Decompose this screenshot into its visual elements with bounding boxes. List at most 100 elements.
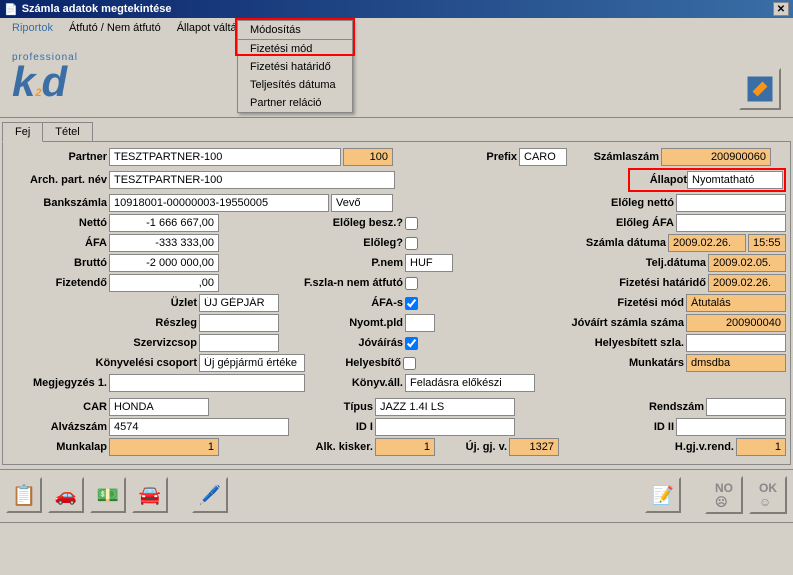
bank-type-field[interactable] [331,194,393,212]
megjegyzes1-field[interactable] [109,374,305,392]
fszla-nem-atfuto-check[interactable] [405,277,418,290]
uzlet-field[interactable] [199,294,279,312]
lbl-alvazszam: Alvázszám [7,421,107,433]
modositas-dropdown: Módosítás Fizetési mód Fizetési határidő… [237,20,353,113]
bankszamla-field[interactable] [109,194,329,212]
ok-button[interactable]: OK☺ [749,476,787,514]
menu-riportok[interactable]: Riportok [4,20,61,36]
eloleg-besz-check[interactable] [405,217,418,230]
arch-part-nev-field[interactable] [109,171,395,189]
id2-field[interactable] [676,418,786,436]
lbl-pnem: P.nem [293,257,403,269]
rendszam-field[interactable] [706,398,786,416]
konyvelesi-csoport-field[interactable] [199,354,305,372]
dropdown-fizetesi-hatarido[interactable]: Fizetési határidő [238,58,352,76]
dropdown-teljesites-datuma[interactable]: Teljesítés dátuma [238,76,352,94]
lbl-netto: Nettó [7,217,107,229]
fizetendo-field[interactable] [109,274,219,292]
tipus-field[interactable] [375,398,515,416]
pen-icon: 🖊️ [199,485,221,506]
money-button[interactable]: 💵 [90,477,126,513]
munkalap-field[interactable] [109,438,219,456]
alk-kisker-field[interactable] [375,438,435,456]
no-button[interactable]: NO☹ [705,476,743,514]
helyesbitett-szla-field[interactable] [686,334,786,352]
lbl-jovairas: Jóváírás [323,337,403,349]
szamla-datuma-field[interactable] [668,234,746,252]
alvazszam-field[interactable] [109,418,289,436]
lbl-eloleg: Előleg? [293,237,403,249]
note-button[interactable]: 📝 [645,477,681,513]
brutto-field[interactable] [109,254,219,272]
close-button[interactable]: ✕ [773,2,789,16]
lbl-szamla-datuma: Számla dátuma [556,237,666,249]
edit-button[interactable]: 🖊️ [192,477,228,513]
prefix-field[interactable] [519,148,567,166]
settings-button[interactable] [739,68,781,110]
document-icon: 📋 [12,483,37,508]
jovairas-check[interactable] [405,337,418,350]
lbl-allapot: Állapot [631,174,687,186]
car-red-button[interactable]: 🚘 [132,477,168,513]
lbl-konyv-all: Könyv.áll. [329,377,403,389]
uj-gj-v-field[interactable] [509,438,559,456]
lbl-jovair-szamla-szama: Jóváírt számla száma [534,317,684,329]
lbl-szervizcsop: Szervizcsop [7,337,197,349]
lbl-hgjvrend: H.gj.v.rend. [644,441,734,453]
lbl-munkatars: Munkatárs [564,357,684,369]
logo: professional k2d [12,52,78,101]
lbl-szamlaszam: Számlaszám [569,151,659,163]
lbl-eloleg-afa: Előleg ÁFA [574,217,674,229]
car-field[interactable] [109,398,209,416]
eloleg-netto-field[interactable] [676,194,786,212]
tab-fej[interactable]: Fej [2,122,43,142]
afa-field[interactable] [109,234,219,252]
lbl-car: CAR [7,401,107,413]
partner-code-field[interactable] [343,148,393,166]
tab-tetel[interactable]: Tétel [42,122,92,141]
partner-field[interactable] [109,148,341,166]
munkatars-field[interactable] [686,354,786,372]
szamlaszam-field[interactable] [661,148,771,166]
lbl-reszleg: Részleg [7,317,197,329]
dropdown-partner-relacio[interactable]: Partner reláció [238,94,352,112]
money-icon: 💵 [97,485,119,506]
lbl-id1: ID I [333,421,373,433]
lbl-eloleg-netto: Előleg nettó [574,197,674,209]
helyesbito-check[interactable] [403,357,416,370]
car-orange-button[interactable]: 🚗 [48,477,84,513]
pnem-field[interactable] [405,254,453,272]
konyv-all-field[interactable] [405,374,535,392]
szervizcsop-field[interactable] [199,334,279,352]
lbl-id2: ID II [624,421,674,433]
dropdown-fizetesi-mod[interactable]: Fizetési mód [238,40,352,58]
telj-datuma-field[interactable] [708,254,786,272]
dropdown-modositas-header[interactable]: Módosítás [238,21,352,40]
id1-field[interactable] [375,418,515,436]
lbl-uzlet: Üzlet [7,297,197,309]
jovair-szamla-szama-field[interactable] [686,314,786,332]
lbl-uj-gj-v: Új. gj. v. [437,441,507,453]
szamla-time-field[interactable] [748,234,786,252]
lbl-fizetendo: Fizetendő [7,277,107,289]
afa-s-check[interactable] [405,297,418,310]
fizetesi-hatarido-field[interactable] [708,274,786,292]
tabs: Fej Tétel [2,122,791,141]
report-button[interactable]: 📋 [6,477,42,513]
menu-atfuto[interactable]: Átfutó / Nem átfutó [61,20,169,36]
hgjvrend-field[interactable] [736,438,786,456]
lbl-eloleg-besz: Előleg besz.? [293,217,403,229]
eloleg-afa-field[interactable] [676,214,786,232]
reszleg-field[interactable] [199,314,279,332]
pencil-icon [745,74,775,104]
eloleg-check[interactable] [405,237,418,250]
fizetesi-mod-field[interactable] [686,294,786,312]
lbl-brutto: Bruttó [7,257,107,269]
nyomt-pld-field[interactable] [405,314,435,332]
menubar: Riportok Átfutó / Nem átfutó Állapot vál… [0,18,793,118]
allapot-field[interactable] [687,171,783,189]
lbl-fizetesi-mod: Fizetési mód [564,297,684,309]
lbl-partner: Partner [7,151,107,163]
netto-field[interactable] [109,214,219,232]
lbl-konyvelesi-csoport: Könyvelési csoport [7,357,197,369]
